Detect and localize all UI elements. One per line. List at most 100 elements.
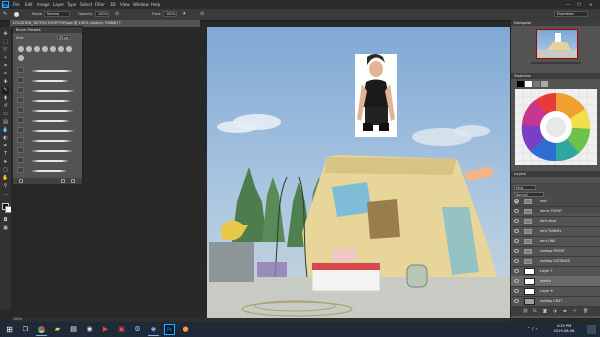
opacity-field[interactable]: 100% — [95, 11, 109, 17]
workspace-select[interactable]: Essentials — [554, 11, 588, 17]
new-group-icon[interactable]: ▬ — [563, 308, 567, 313]
pressure-size-icon[interactable]: ⊙ — [200, 11, 204, 17]
visibility-eye-icon[interactable] — [514, 209, 519, 213]
photoshop-taskbar-icon[interactable]: Ps — [164, 324, 175, 335]
delete-brush-icon[interactable] — [71, 179, 75, 183]
visibility-eye-icon[interactable] — [514, 259, 519, 263]
layers-panel-header[interactable]: Layers — [511, 171, 600, 177]
swatches-grid[interactable] — [515, 89, 597, 165]
stamp-tool-icon[interactable]: ⧫ — [2, 95, 9, 102]
quick-select-tool-icon[interactable]: ✧ — [2, 55, 9, 62]
pdf-app-icon[interactable]: ▣ — [116, 324, 127, 335]
brush-tool-icon[interactable]: ✎ — [3, 11, 7, 17]
layer-row[interactable]: rooftop CNST — [511, 296, 600, 307]
document-canvas[interactable] — [207, 27, 510, 318]
brush-thumb[interactable] — [17, 117, 24, 123]
brush-tip-icon[interactable] — [26, 46, 32, 52]
dodge-tool-icon[interactable]: ◐ — [2, 135, 9, 142]
eraser-tool-icon[interactable]: ▭ — [2, 111, 9, 118]
menu-image[interactable]: Image — [37, 1, 50, 8]
type-tool-icon[interactable]: T — [2, 151, 9, 158]
brush-thumb[interactable] — [17, 87, 24, 93]
brush-stroke-preview[interactable] — [31, 80, 69, 82]
screen-mode-icon[interactable]: ▣ — [2, 225, 9, 232]
visibility-eye-icon[interactable] — [514, 289, 519, 293]
visibility-eye-icon[interactable] — [514, 229, 519, 233]
app-icon[interactable]: ◈ — [148, 324, 159, 336]
swatch[interactable] — [525, 81, 532, 87]
swatches-panel-header[interactable]: Swatches — [511, 73, 600, 79]
brush-thumb[interactable] — [17, 127, 24, 133]
flow-field[interactable]: 100% — [163, 11, 177, 17]
steam-icon[interactable]: ⚙ — [132, 324, 143, 335]
lasso-tool-icon[interactable]: ➰ — [2, 47, 9, 54]
file-explorer-icon[interactable]: ▰ — [52, 324, 63, 335]
notifications-icon[interactable] — [587, 325, 596, 334]
brush-tip-icon[interactable] — [34, 46, 40, 52]
brush-tip-icon[interactable] — [18, 55, 24, 61]
pen-tool-icon[interactable]: ✒ — [2, 143, 9, 150]
quick-mask-icon[interactable]: ◘ — [2, 217, 9, 224]
menu-layer[interactable]: Layer — [53, 1, 64, 8]
task-view-icon[interactable]: ❒ — [20, 324, 31, 335]
brush-stroke-preview[interactable] — [31, 70, 73, 72]
navigator-panel-header[interactable]: Navigator — [511, 20, 600, 26]
app-icon[interactable]: ◉ — [84, 324, 95, 335]
navigator-zoom-slider[interactable] — [531, 62, 581, 64]
more-tools-icon[interactable]: … — [2, 191, 9, 198]
visibility-eye-icon[interactable] — [514, 199, 519, 203]
clock[interactable]: 4:25 PM 2019-06-06 — [548, 324, 580, 334]
menu-filter[interactable]: Filter — [95, 1, 105, 8]
brush-thumb[interactable] — [17, 77, 24, 83]
shape-tool-icon[interactable]: ▢ — [2, 167, 9, 174]
close-window-button[interactable]: ✕ — [589, 1, 592, 8]
photoshop-logo-icon[interactable]: Ps — [2, 1, 9, 8]
brush-tip-icon[interactable] — [18, 46, 24, 52]
fx-icon[interactable]: fx — [533, 308, 537, 313]
menu-select[interactable]: Select — [80, 1, 92, 8]
store-icon[interactable]: ▤ — [68, 324, 79, 335]
menu-view[interactable]: View — [120, 1, 130, 8]
brush-thumb[interactable] — [17, 97, 24, 103]
path-select-tool-icon[interactable]: ➤ — [2, 159, 9, 166]
adjustment-layer-icon[interactable]: ◑ — [553, 308, 557, 313]
menu-window[interactable]: Window — [133, 1, 149, 8]
visibility-eye-icon[interactable] — [514, 219, 519, 223]
media-app-icon[interactable]: ▶ — [100, 324, 111, 335]
maximize-button[interactable]: ❐ — [577, 1, 581, 8]
brush-thumb[interactable] — [17, 107, 24, 113]
brush-stroke-preview[interactable] — [31, 130, 75, 132]
eyedropper-tool-icon[interactable]: ✑ — [2, 71, 9, 78]
brush-tip-icon[interactable] — [58, 46, 64, 52]
mode-select[interactable]: Normal — [44, 11, 70, 17]
obs-icon[interactable]: ● — [180, 324, 191, 335]
brush-stroke-preview[interactable] — [31, 150, 73, 152]
brush-tip-icon[interactable] — [42, 46, 48, 52]
menu-3d[interactable]: 3D — [110, 1, 116, 8]
swatch[interactable] — [541, 81, 548, 87]
visibility-eye-icon[interactable] — [514, 239, 519, 243]
healing-tool-icon[interactable]: ✚ — [2, 79, 9, 86]
chrome-icon[interactable] — [36, 324, 47, 336]
visibility-eye-icon[interactable] — [514, 279, 519, 283]
new-layer-icon[interactable]: ＋ — [573, 308, 577, 314]
visibility-eye-icon[interactable] — [514, 249, 519, 253]
crop-tool-icon[interactable]: ⌗ — [2, 63, 9, 70]
visibility-eye-icon[interactable] — [514, 269, 519, 273]
swatch[interactable] — [533, 81, 540, 87]
pressure-opacity-icon[interactable]: ⊙ — [115, 11, 119, 17]
menu-file[interactable]: File — [13, 1, 20, 8]
swatch[interactable] — [517, 81, 524, 87]
zoom-tool-icon[interactable]: ⚲ — [2, 183, 9, 190]
marquee-tool-icon[interactable]: ⬚ — [2, 39, 9, 46]
system-tray-icons[interactable]: ⌃ ♪ ⌁ — [527, 326, 538, 331]
navigator-preview[interactable] — [536, 29, 578, 59]
brush-thumb[interactable] — [17, 67, 24, 73]
brush-tip-icon[interactable] — [66, 46, 72, 52]
brush-panel-header[interactable]: Brush Presets — [13, 27, 82, 33]
brush-thumb[interactable] — [17, 147, 24, 153]
windows-start-icon[interactable]: ⊞ — [4, 324, 15, 335]
brush-thumb[interactable] — [17, 167, 24, 173]
menu-edit[interactable]: Edit — [25, 1, 33, 8]
brush-stroke-preview[interactable] — [31, 110, 74, 112]
